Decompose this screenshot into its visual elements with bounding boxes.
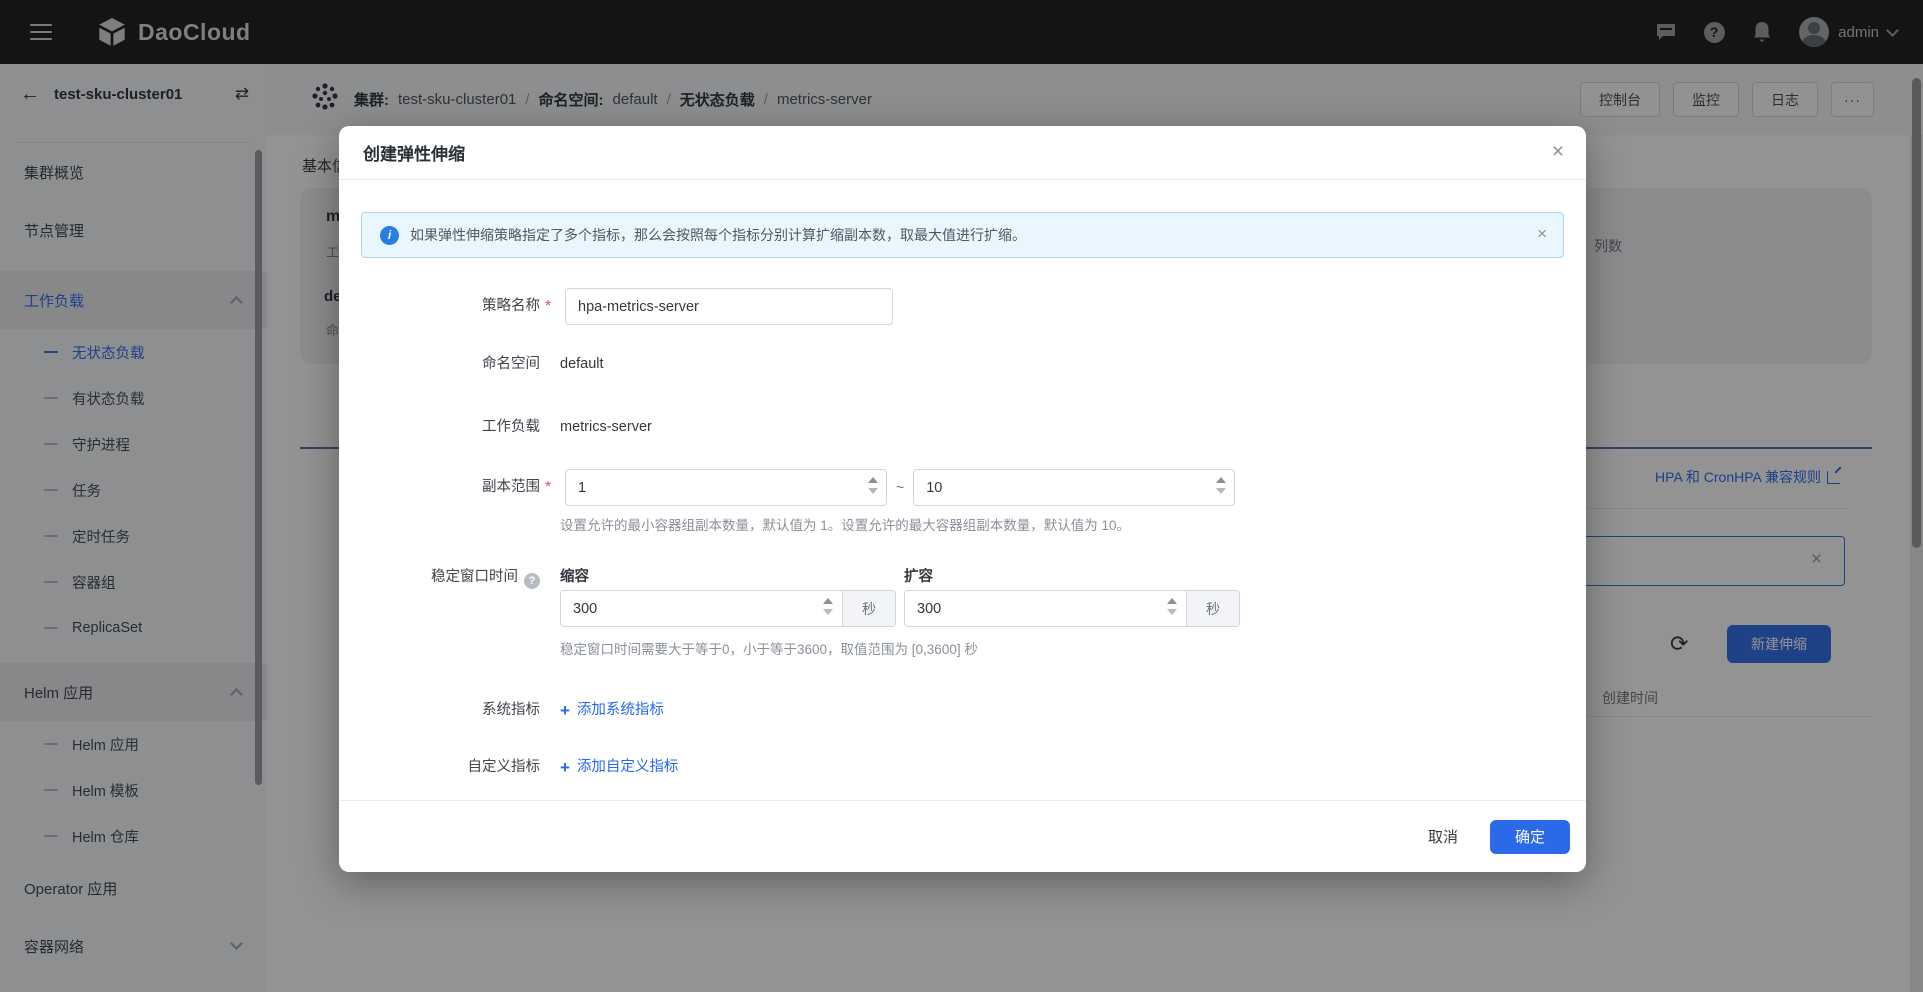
policy-name-label: 策略名称 [339,288,540,325]
policy-name-input[interactable] [565,288,893,325]
add-system-metric-link[interactable]: + 添加系统指标 [560,699,664,721]
spinner-down-icon[interactable] [823,609,833,615]
plus-icon: + [560,759,570,776]
create-hpa-modal: 创建弹性伸缩 × i 如果弹性伸缩策略指定了多个指标，那么会按照每个指标分别计算… [339,126,1586,872]
stability-window-label: 稳定窗口时间? [339,567,540,627]
replica-min-input[interactable] [565,469,887,506]
alert-close-icon[interactable]: × [1537,225,1547,242]
seconds-unit: 秒 [842,591,895,626]
plus-icon: + [560,702,570,719]
info-alert: i 如果弹性伸缩策略指定了多个指标，那么会按照每个指标分别计算扩缩副本数，取最大… [361,212,1564,258]
required-mark: * [545,479,555,497]
info-alert-text: 如果弹性伸缩策略指定了多个指标，那么会按照每个指标分别计算扩缩副本数，取最大值进… [410,225,1026,245]
spinner-up-icon[interactable] [823,598,833,604]
workload-field-label: 工作负载 [339,416,540,438]
scale-up-label: 扩容 [904,567,1240,587]
spinner-up-icon[interactable] [868,477,878,483]
replica-range-helper: 设置允许的最小容器组副本数量，默认值为 1。设置允许的最大容器组副本数量，默认值… [560,514,1130,534]
replica-max-input[interactable] [913,469,1235,506]
required-mark: * [545,298,555,316]
range-separator: ~ [896,469,904,506]
spinner-down-icon[interactable] [868,488,878,494]
seconds-unit: 秒 [1186,591,1239,626]
spinner-down-icon[interactable] [1216,488,1226,494]
namespace-field-label: 命名空间 [339,353,540,375]
scale-up-window-input[interactable] [905,591,1186,626]
confirm-button[interactable]: 确定 [1490,820,1570,854]
spinner-up-icon[interactable] [1167,598,1177,604]
workload-field-value: metrics-server [560,416,652,438]
scale-down-window-input[interactable] [561,591,842,626]
stability-window-helper: 稳定窗口时间需要大于等于0，小于等于3600，取值范围为 [0,3600] 秒 [560,638,978,658]
add-custom-metric-link[interactable]: + 添加自定义指标 [560,756,678,778]
cancel-button[interactable]: 取消 [1410,818,1476,855]
close-icon[interactable]: × [1552,141,1564,162]
spinner-down-icon[interactable] [1167,609,1177,615]
question-icon[interactable]: ? [524,573,540,589]
custom-metrics-label: 自定义指标 [339,756,540,778]
namespace-field-value: default [560,353,604,375]
replica-range-label: 副本范围 [339,469,540,506]
modal-title: 创建弹性伸缩 [363,140,465,165]
scale-down-label: 缩容 [560,567,896,587]
info-icon: i [380,226,399,245]
system-metrics-label: 系统指标 [339,699,540,721]
spinner-up-icon[interactable] [1216,477,1226,483]
